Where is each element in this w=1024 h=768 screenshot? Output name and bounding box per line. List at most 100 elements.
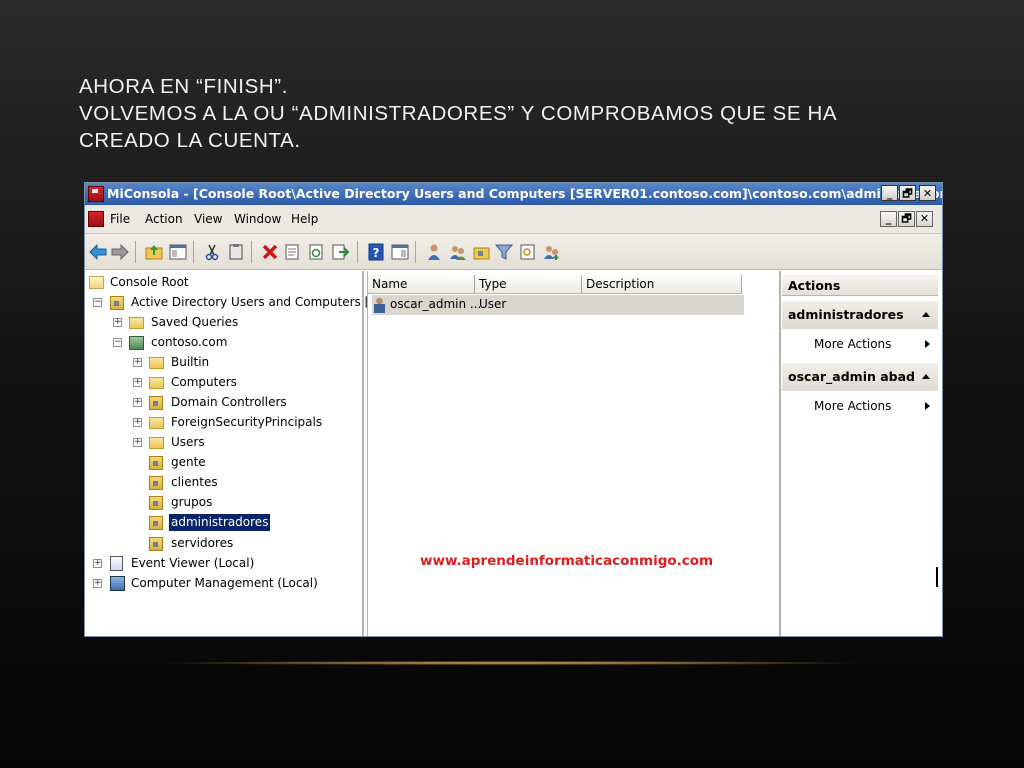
menu-view[interactable]: View [194,212,222,226]
column-header-type[interactable]: Type [475,275,582,294]
column-header-description[interactable]: Description [582,275,742,294]
minimize-button[interactable]: _ [881,185,898,201]
results-pane: Name Type Description oscar_admin ... Us… [367,271,781,636]
back-icon[interactable] [89,243,107,261]
expand-icon[interactable]: + [93,579,102,588]
action-item-label: More Actions [814,399,892,413]
delete-icon[interactable] [261,243,279,261]
folder-icon [129,317,144,329]
ou-icon [149,396,163,410]
event-viewer-icon [110,556,123,571]
collapse-icon[interactable]: − [93,298,102,307]
expand-icon[interactable]: + [133,438,142,447]
svg-text:?: ? [373,246,380,260]
close-button[interactable]: ✕ [919,185,936,201]
mmc-window: MiConsola - [Console Root\Active Directo… [84,182,943,637]
column-header-name[interactable]: Name [368,275,475,294]
toolbar-separator [193,241,194,263]
window-title: MiConsola - [Console Root\Active Directo… [107,186,943,201]
folder-icon [149,437,164,449]
tree-item-label: servidores [171,536,234,550]
collapse-arrow-icon[interactable] [922,312,930,317]
tree-item-label-selected: administradores [169,514,271,531]
console-tree: Console Root − Active Directory Users an… [85,271,400,636]
cell-type: User [479,297,507,311]
tree-item-label: Computer Management (Local) [131,576,318,590]
new-ou-icon[interactable] [473,243,491,261]
actions-section-label: oscar_admin abad [788,369,915,384]
copy-icon[interactable] [227,243,245,261]
export-icon[interactable] [331,243,350,261]
action-item-more-actions[interactable]: More Actions [782,391,938,421]
expand-icon[interactable]: + [93,559,102,568]
console-menu-icon[interactable] [88,211,104,227]
action-item-label: More Actions [814,337,892,351]
show-hide-tree-icon[interactable] [169,243,187,261]
find-icon[interactable] [519,243,537,261]
slide-title: AHORA EN “FINISH”. VOLVEMOS A LA OU “ADM… [79,73,959,154]
tree-item-label: grupos [171,495,213,509]
ou-icon [149,537,163,551]
table-row[interactable]: oscar_admin ... User [372,295,744,315]
actions-section-administradores[interactable]: administradores [782,301,938,329]
actions-header: Actions [782,275,938,296]
computer-management-icon [110,576,125,591]
menu-file[interactable]: File [110,212,130,226]
expand-icon[interactable]: + [133,398,142,407]
tree-item-label: contoso.com [151,335,228,349]
decorative-divider [160,661,860,665]
text-cursor-icon [936,567,938,587]
expand-icon[interactable]: + [133,358,142,367]
slide-title-line-3: CREADO LA CUENTA. [79,129,301,152]
child-minimize-button[interactable]: _ [880,211,897,227]
new-user-icon[interactable] [425,243,443,261]
expand-icon[interactable]: + [133,378,142,387]
toolbar-separator [415,241,416,263]
domain-icon [129,336,144,350]
menu-window[interactable]: Window [234,212,281,226]
tree-item-label: Domain Controllers [171,395,287,409]
help-icon[interactable]: ? [367,243,385,261]
menu-help[interactable]: Help [291,212,318,226]
collapse-icon[interactable]: − [113,338,122,347]
folder-icon [149,357,164,369]
user-icon [374,297,385,313]
action-item-more-actions[interactable]: More Actions [782,329,938,359]
tree-item-label: gente [171,455,206,469]
cut-icon[interactable] [203,243,221,261]
toolbar-separator [251,241,252,263]
add-to-group-icon[interactable] [543,243,561,261]
ou-icon [149,456,163,470]
child-close-button[interactable]: ✕ [916,211,933,227]
ou-icon [149,516,163,530]
folder-icon [89,276,104,289]
ou-icon [149,496,163,510]
mmc-app-icon[interactable] [88,186,104,202]
window-titlebar[interactable]: MiConsola - [Console Root\Active Directo… [85,183,942,205]
tree-item-label: ForeignSecurityPrincipals [171,415,323,429]
toolbar-separator [135,241,136,263]
tree-item-label: Builtin [171,355,210,369]
refresh-icon[interactable] [307,243,325,261]
toolbar: ? [85,234,942,270]
child-restore-button[interactable]: 🗗 [898,211,915,227]
forward-icon[interactable] [111,243,129,261]
up-folder-icon[interactable] [145,243,163,261]
expand-icon[interactable]: + [133,418,142,427]
menu-action[interactable]: Action [145,212,183,226]
show-hide-action-pane-icon[interactable] [391,243,409,261]
aduc-snapin-icon [110,296,124,310]
collapse-arrow-icon[interactable] [922,374,930,379]
filter-icon[interactable] [494,243,514,261]
menu-bar: File Action View Window Help _ 🗗 ✕ [85,205,942,234]
slide-title-line-1: AHORA EN “FINISH”. [79,75,288,98]
expand-icon[interactable]: + [113,318,122,327]
new-group-icon[interactable] [449,243,467,261]
restore-button[interactable]: 🗗 [899,185,916,201]
toolbar-separator [357,241,358,263]
tree-item-label: Event Viewer (Local) [131,556,255,570]
properties-icon[interactable] [283,243,301,261]
submenu-arrow-icon [925,340,930,348]
tree-item-label: Computers [171,375,237,389]
actions-section-oscar-admin[interactable]: oscar_admin abad [782,363,938,391]
